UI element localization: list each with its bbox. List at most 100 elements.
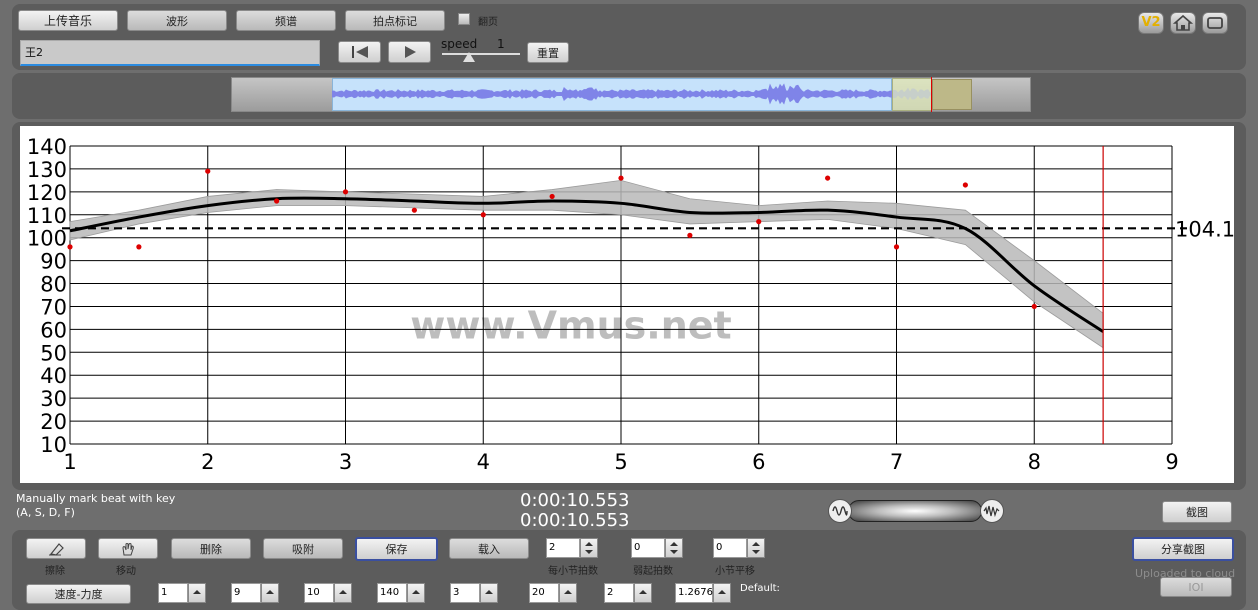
screenshot-button[interactable]: 截图 [1162, 501, 1232, 523]
param-stepper[interactable]: 1 [158, 583, 206, 603]
play-button[interactable] [388, 41, 431, 63]
param-stepper[interactable]: 2 [604, 583, 652, 603]
param-arrow-up[interactable] [334, 583, 352, 603]
waveform-played-region [892, 78, 932, 111]
volume-high-icon[interactable] [980, 499, 1004, 523]
param-stepper[interactable]: 20 [529, 583, 577, 603]
track-name-input[interactable]: 王2 [20, 40, 320, 66]
speed-slider-track[interactable] [442, 53, 520, 55]
param-stepper[interactable]: 140 [377, 583, 425, 603]
page-turn-label: 翻页 [478, 17, 498, 28]
fullscreen-icon [1207, 17, 1223, 29]
x-tick-label: 4 [477, 450, 490, 474]
speed-slider-thumb[interactable] [463, 52, 475, 62]
param-value[interactable]: 140 [377, 583, 407, 603]
data-point [136, 244, 142, 250]
waveform-selection-region[interactable] [932, 79, 972, 110]
skip-to-start-button[interactable] [338, 41, 381, 63]
page-turn-checkbox[interactable] [458, 13, 470, 25]
data-point [618, 175, 624, 181]
volume-low-icon[interactable] [828, 499, 852, 523]
data-point [962, 182, 968, 188]
param-value[interactable]: 2 [604, 583, 634, 603]
waveform-graph [332, 83, 933, 105]
param-value[interactable]: 1 [158, 583, 188, 603]
param-stepper[interactable]: 3 [450, 583, 498, 603]
reset-button[interactable]: 重置 [527, 42, 569, 63]
absorb-button[interactable]: 吸附 [263, 538, 343, 559]
speed-label: speed [441, 37, 478, 51]
v2-badge[interactable]: V2 [1138, 12, 1164, 34]
param-value[interactable]: 20 [529, 583, 559, 603]
bar-shift-arrows[interactable] [747, 538, 765, 558]
play-icon [404, 46, 416, 58]
hint-line-2: (A, S, D, F) [16, 506, 75, 519]
data-point [274, 198, 280, 204]
fullscreen-button[interactable] [1202, 12, 1228, 34]
tempo-chart[interactable]: www.Vmus.net1401301201101009080706050403… [20, 126, 1234, 483]
bar-shift-value[interactable]: 0 [713, 538, 747, 558]
y-tick-label: 20 [40, 410, 67, 434]
param-stepper[interactable]: 1.2676 [675, 583, 731, 603]
average-label: 104.1 [1175, 217, 1234, 241]
y-tick-label: 130 [27, 158, 67, 182]
erase-label: 擦除 [45, 566, 65, 577]
y-tick-label: 90 [40, 250, 67, 274]
param-value[interactable]: 3 [450, 583, 480, 603]
save-button[interactable]: 保存 [355, 537, 438, 561]
y-tick-label: 40 [40, 364, 67, 388]
move-button[interactable] [98, 538, 158, 559]
params-row: 1 9 10 140 3 20 2 1.2676 [0, 583, 1258, 603]
pickup-beats-value[interactable]: 0 [631, 538, 665, 558]
pickup-beats-arrows[interactable] [665, 538, 683, 558]
data-point [549, 193, 555, 200]
param-stepper[interactable]: 9 [231, 583, 279, 603]
beats-per-bar-label: 每小节拍数 [548, 566, 598, 577]
watermark-text: www.Vmus.net [410, 304, 731, 348]
x-tick-label: 8 [1028, 450, 1041, 474]
x-tick-label: 1 [63, 450, 76, 474]
home-button[interactable] [1170, 12, 1196, 34]
param-value[interactable]: 1.2676 [675, 583, 713, 603]
data-point [480, 212, 486, 218]
speed-value: 1 [497, 37, 505, 51]
volume-slider[interactable] [828, 499, 1004, 523]
y-tick-label: 70 [40, 295, 67, 319]
pickup-beats-label: 弱起拍数 [633, 566, 673, 577]
waveform-button[interactable]: 波形 [127, 10, 227, 31]
param-arrow-up[interactable] [713, 583, 731, 603]
spectrum-button[interactable]: 频谱 [236, 10, 336, 31]
bar-shift-stepper[interactable]: 0 [713, 538, 765, 558]
data-point [1031, 303, 1037, 310]
delete-button[interactable]: 删除 [171, 538, 251, 559]
param-arrow-up[interactable] [407, 583, 425, 603]
hand-icon [122, 542, 134, 555]
x-tick-label: 9 [1165, 450, 1178, 474]
data-point [67, 244, 73, 250]
beats-per-bar-arrows[interactable] [580, 538, 598, 558]
volume-slider-track[interactable] [848, 500, 982, 522]
param-arrow-up[interactable] [188, 583, 206, 603]
home-icon [1172, 14, 1194, 31]
param-arrow-up[interactable] [559, 583, 577, 603]
param-value[interactable]: 10 [304, 583, 334, 603]
load-button[interactable]: 载入 [449, 538, 529, 559]
y-tick-label: 60 [40, 318, 67, 342]
y-tick-label: 140 [27, 135, 67, 159]
beats-per-bar-stepper[interactable]: 2 [546, 538, 598, 558]
waveform-playhead[interactable] [931, 77, 932, 112]
param-stepper[interactable]: 10 [304, 583, 352, 603]
pickup-beats-stepper[interactable]: 0 [631, 538, 683, 558]
param-arrow-up[interactable] [480, 583, 498, 603]
share-screenshot-button[interactable]: 分享截图 [1132, 537, 1234, 561]
beat-mark-button[interactable]: 拍点标记 [345, 10, 445, 31]
y-tick-label: 120 [27, 181, 67, 205]
param-arrow-up[interactable] [634, 583, 652, 603]
upload-music-button[interactable]: 上传音乐 [18, 10, 118, 31]
param-arrow-up[interactable] [261, 583, 279, 603]
x-tick-label: 3 [339, 450, 352, 474]
erase-button[interactable] [26, 538, 86, 559]
time-display-1: 0:00:10.553 [520, 490, 630, 511]
param-value[interactable]: 9 [231, 583, 261, 603]
beats-per-bar-value[interactable]: 2 [546, 538, 580, 558]
